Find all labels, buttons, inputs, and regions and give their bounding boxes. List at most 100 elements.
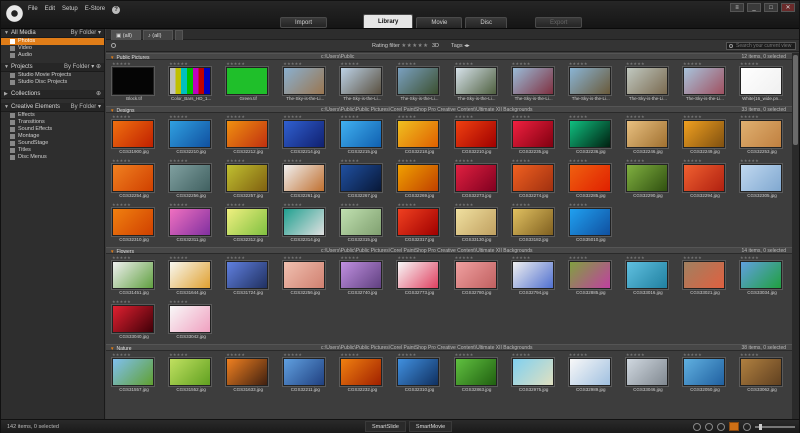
media-thumbnail[interactable] <box>112 120 154 148</box>
sidebar-item-video[interactable]: Video <box>1 45 104 52</box>
media-thumbnail[interactable] <box>226 164 269 192</box>
media-item[interactable]: ★★★★★ CGS31724.jpg <box>222 255 279 299</box>
correction-icon[interactable] <box>705 422 713 431</box>
media-thumbnail[interactable] <box>625 120 668 148</box>
media-thumbnail[interactable] <box>169 305 212 333</box>
media-thumbnail[interactable] <box>340 120 383 148</box>
rating-stars[interactable]: ★★★★★ <box>455 352 474 357</box>
section-projects[interactable]: ▼ Projects By Folder ▾ ⊕ <box>1 63 104 72</box>
rating-stars[interactable]: ★★★★★ <box>512 158 531 163</box>
media-item[interactable]: ★★★★★ CGS32212.jpg <box>222 114 279 158</box>
media-item[interactable]: ★★★★★ The-Sky-is-the-Li... <box>336 61 393 105</box>
sidebar-item-photos[interactable]: Photos <box>1 38 104 45</box>
section-all-media[interactable]: ▼ All Media By Folder ▾ <box>1 29 104 38</box>
rating-stars[interactable]: ★★★★★ <box>569 352 588 357</box>
media-thumbnail[interactable] <box>568 261 611 289</box>
media-thumbnail[interactable] <box>568 208 611 236</box>
collapse-triangle-icon[interactable]: ▼ <box>110 249 114 254</box>
new-tab-button[interactable] <box>175 30 183 40</box>
rating-stars[interactable]: ★★★★★ <box>397 114 416 119</box>
creative-sort-dropdown[interactable]: By Folder ▾ <box>71 103 101 112</box>
media-thumbnail[interactable] <box>340 358 383 386</box>
rating-stars[interactable]: ★★★★★ <box>397 61 416 66</box>
media-thumbnail[interactable] <box>283 120 326 148</box>
media-thumbnail[interactable] <box>112 305 154 333</box>
media-item[interactable]: ★★★★★ The-Sky-is-the-Li... <box>279 61 336 105</box>
media-item[interactable]: ★★★★★ CGS32254.jpg <box>108 158 165 202</box>
media-item[interactable]: ★★★★★ CGS33182.jpg <box>508 202 565 246</box>
media-thumbnail[interactable] <box>226 358 269 386</box>
sidebar-item-audio[interactable]: Audio <box>1 52 104 59</box>
media-thumbnail[interactable] <box>682 358 725 386</box>
media-item[interactable]: ★★★★★ CGS32317.jpg <box>393 202 450 246</box>
media-item[interactable]: ★★★★★ Block.tif <box>108 61 165 105</box>
projects-sort-dropdown[interactable]: By Folder ▾ ⊕ <box>64 63 101 72</box>
scrollbar-thumb[interactable] <box>793 55 798 145</box>
media-item[interactable]: ★★★★★ CGS32885.jpg <box>565 255 622 299</box>
media-item[interactable]: ★★★★★ CGS33021.jpg <box>679 255 736 299</box>
rating-stars[interactable]: ★★★★★ <box>283 158 302 163</box>
add-collection-icon[interactable]: ⊕ <box>96 90 101 99</box>
rating-stars[interactable]: ★★★★★ <box>226 352 245 357</box>
media-item[interactable]: ★★★★★ CGS32269.jpg <box>393 158 450 202</box>
rating-stars[interactable]: ★★★★★ <box>683 352 702 357</box>
media-thumbnail[interactable] <box>226 208 269 236</box>
rating-stars[interactable]: ★★★★★ <box>283 202 302 207</box>
vertical-scrollbar[interactable] <box>792 53 799 419</box>
sidebar-item-titles[interactable]: Titles <box>1 147 104 154</box>
media-item[interactable]: ★★★★★ CGS32290.jpg <box>622 158 679 202</box>
media-thumbnail[interactable] <box>740 67 783 95</box>
media-thumbnail[interactable] <box>625 67 668 95</box>
group-header[interactable]: ▼ Nature c:\Users\Public\Public Pictures\C… <box>106 344 792 352</box>
close-button[interactable]: ✕ <box>781 3 795 12</box>
media-thumbnail[interactable] <box>226 120 269 148</box>
rating-filter[interactable]: Rating filter ★★★★★ <box>372 43 429 49</box>
media-thumbnail[interactable] <box>511 358 554 386</box>
media-thumbnail[interactable] <box>340 208 383 236</box>
media-thumbnail[interactable] <box>397 208 440 236</box>
rating-stars[interactable]: ★★★★★ <box>626 61 645 66</box>
rating-stars[interactable]: ★★★★★ <box>455 114 474 119</box>
rating-stars[interactable]: ★★★★★ <box>112 352 131 357</box>
media-item[interactable]: ★★★★★ CGS32305.jpg <box>736 158 792 202</box>
rating-stars[interactable]: ★★★★★ <box>112 158 131 163</box>
media-thumbnail[interactable] <box>112 261 154 289</box>
rating-stars[interactable]: ★★★★★ <box>455 158 474 163</box>
rating-stars[interactable]: ★★★★★ <box>569 61 588 66</box>
media-thumbnail[interactable] <box>112 67 154 95</box>
media-thumbnail[interactable] <box>625 261 668 289</box>
collapse-triangle-icon[interactable]: ▼ <box>4 103 11 112</box>
sidebar-item-transitions[interactable]: Transitions <box>1 119 104 126</box>
media-item[interactable]: ★★★★★ Color_Bars_HD_1... <box>165 61 222 105</box>
media-item[interactable]: ★★★★★ CGS33016.jpg <box>622 255 679 299</box>
media-thumbnail[interactable] <box>397 358 440 386</box>
rating-stars[interactable]: ★★★★★ <box>283 61 302 66</box>
rating-stars[interactable]: ★★★★★ <box>169 158 188 163</box>
media-thumbnail[interactable] <box>169 358 212 386</box>
media-item[interactable]: ★★★★★ CGS32214.jpg <box>279 114 336 158</box>
media-thumbnail[interactable] <box>454 120 497 148</box>
media-thumbnail[interactable] <box>283 358 326 386</box>
media-thumbnail[interactable] <box>682 67 725 95</box>
zoom-icon[interactable] <box>111 43 116 48</box>
rating-stars[interactable]: ★★★★★ <box>397 202 416 207</box>
thumbnail-view-icon[interactable] <box>729 422 739 431</box>
media-item[interactable]: ★★★★★ CGS32249.jpg <box>679 114 736 158</box>
3d-filter-toggle[interactable]: 3D <box>432 43 439 49</box>
media-item[interactable]: ★★★★★ CGS32989.jpg <box>565 352 622 396</box>
media-item[interactable]: ★★★★★ CGS32218.jpg <box>393 114 450 158</box>
media-thumbnail[interactable] <box>740 261 783 289</box>
rating-stars[interactable]: ★★★★★ <box>740 352 759 357</box>
media-thumbnail[interactable] <box>625 358 668 386</box>
media-thumbnail[interactable] <box>283 261 326 289</box>
thumbnail-size-slider[interactable] <box>755 423 795 430</box>
tab-movie[interactable]: Movie <box>416 17 463 28</box>
sidebar-item-disc-menus[interactable]: Disc Menus <box>1 154 104 161</box>
rating-stars[interactable]: ★★★★★ <box>169 61 188 66</box>
media-thumbnail[interactable] <box>682 164 725 192</box>
media-item[interactable]: ★★★★★ CGS32050.jpg <box>679 352 736 396</box>
media-item[interactable]: ★★★★★ CGS32311.jpg <box>165 202 222 246</box>
search-input[interactable]: Search your current view <box>726 42 796 50</box>
media-item[interactable]: ★★★★★ CGS33046.jpg <box>622 352 679 396</box>
media-thumbnail[interactable] <box>454 67 497 95</box>
